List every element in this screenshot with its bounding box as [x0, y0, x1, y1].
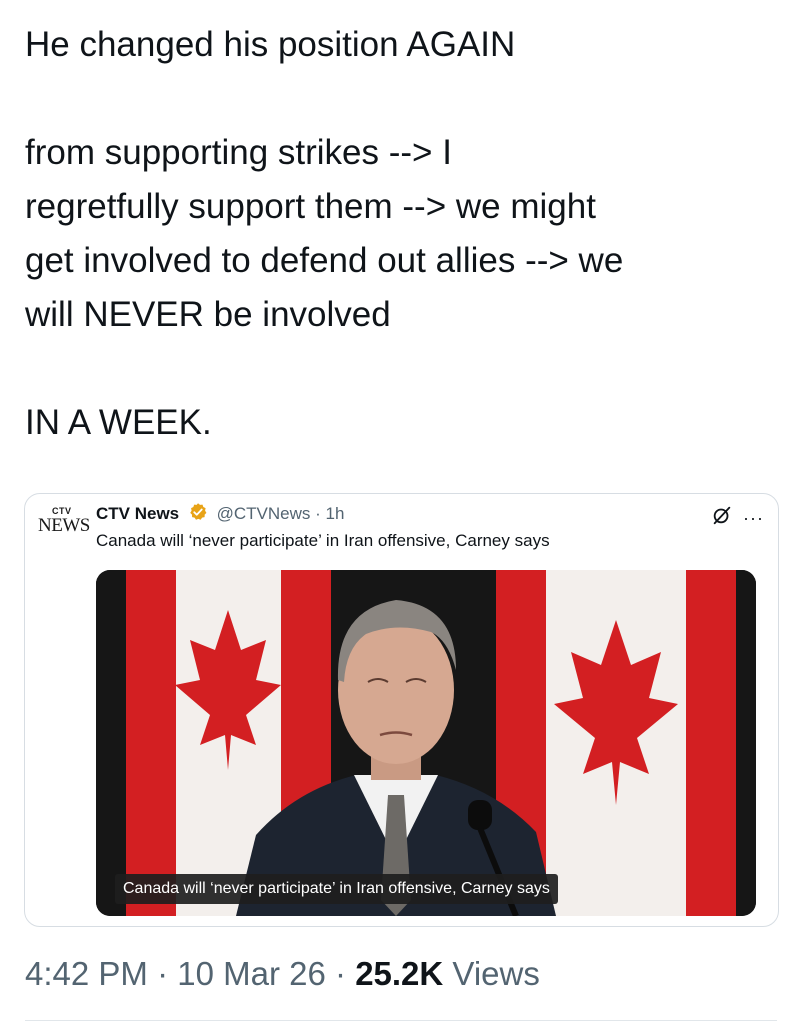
- meta-dot: ·: [335, 955, 347, 992]
- quote-header: CTV News @CTVNews · 1h: [96, 502, 344, 529]
- media-caption: Canada will ‘never participate’ in Iran …: [115, 874, 558, 904]
- meta-separator: ·: [315, 504, 321, 523]
- tweet-metadata: 4:42 PM · 10 Mar 26 · 25.2K Views: [25, 955, 540, 993]
- views-label: Views: [452, 955, 540, 992]
- tweet-line: will NEVER be involved: [25, 295, 391, 334]
- tweet-line: regretfully support them --> we might: [25, 187, 596, 226]
- tweet-line: get involved to defend out allies --> we: [25, 241, 624, 280]
- grok-icon[interactable]: [711, 504, 733, 531]
- quote-author-name[interactable]: CTV News: [96, 504, 179, 523]
- views-count[interactable]: 25.2K: [355, 955, 443, 992]
- ctv-news-avatar[interactable]: CTV NEWS: [38, 506, 90, 540]
- press-conference-photo: [96, 570, 756, 916]
- quote-handle[interactable]: @CTVNews: [217, 504, 311, 523]
- tweet-line: IN A WEEK.: [25, 403, 212, 442]
- media-image[interactable]: Canada will ‘never participate’ in Iran …: [96, 570, 756, 916]
- quote-headline: Canada will ‘never participate’ in Iran …: [96, 531, 550, 550]
- tweet-date[interactable]: 10 Mar 26: [177, 955, 326, 992]
- divider: [25, 1020, 777, 1021]
- tweet-text: He changed his position AGAIN from suppo…: [25, 18, 785, 450]
- quote-actions: ···: [711, 504, 764, 531]
- verified-badge-icon: [188, 502, 208, 529]
- tweet-time[interactable]: 4:42 PM: [25, 955, 148, 992]
- meta-dot: ·: [157, 955, 169, 992]
- logo-bottom-text: NEWS: [38, 515, 90, 536]
- quote-tweet-card[interactable]: CTV NEWS CTV News @CTVNews · 1h Canada w…: [24, 493, 779, 927]
- more-options-icon[interactable]: ···: [743, 509, 764, 527]
- quote-age[interactable]: 1h: [326, 504, 345, 523]
- tweet-line: He changed his position AGAIN: [25, 25, 516, 64]
- tweet-line: from supporting strikes --> I: [25, 133, 452, 172]
